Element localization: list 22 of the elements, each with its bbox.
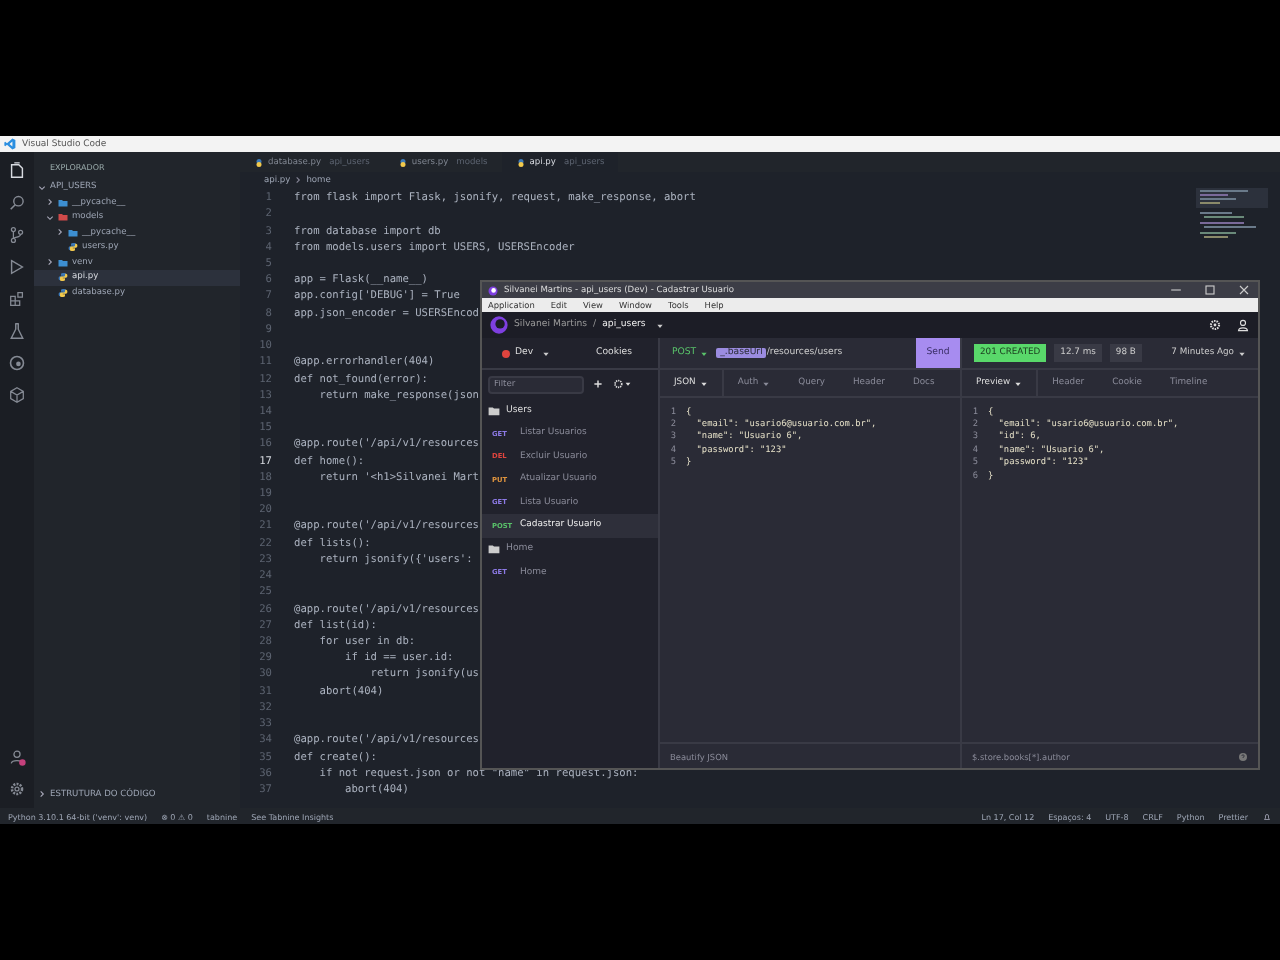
cube-icon[interactable] [8, 386, 26, 404]
minimap-drawing [1196, 188, 1268, 240]
branch-icon[interactable] [8, 226, 26, 244]
folder-icon [488, 544, 500, 554]
close-icon[interactable] [1236, 282, 1252, 298]
plus-icon[interactable] [592, 378, 604, 390]
search-icon[interactable] [8, 194, 26, 212]
help-icon[interactable] [1238, 751, 1248, 761]
caret-icon [1238, 349, 1246, 357]
chevron-right-icon[interactable] [38, 790, 46, 799]
flask-icon[interactable] [8, 322, 26, 340]
bell-icon[interactable] [1262, 811, 1272, 821]
extensions-icon[interactable] [8, 290, 26, 308]
account-icon[interactable] [8, 748, 26, 766]
logo-icon [4, 138, 16, 150]
user-icon[interactable] [1236, 318, 1250, 332]
logo-icon [488, 285, 498, 295]
files-icon[interactable] [8, 162, 26, 180]
maximize-icon[interactable] [1202, 282, 1218, 298]
browser-icon[interactable] [8, 354, 26, 372]
settings-icon[interactable] [612, 378, 632, 390]
folder-icon [488, 405, 500, 415]
